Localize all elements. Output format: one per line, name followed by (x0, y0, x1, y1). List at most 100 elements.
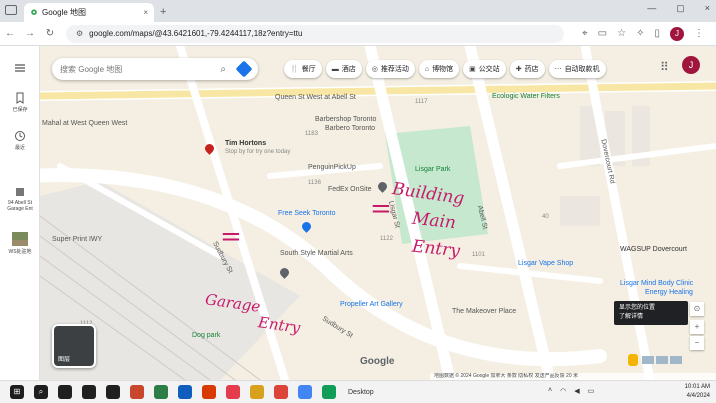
label-lisgar-park[interactable]: Lisgar Park (415, 166, 450, 173)
tab-actions-icon[interactable] (5, 5, 17, 15)
location-tooltip: 显示您的位置 了解详情 (614, 301, 688, 325)
label-barber[interactable]: Barbershop Toronto (315, 116, 376, 123)
search-input[interactable]: 搜索 Google 地图 (60, 64, 220, 75)
rail-menu-button[interactable] (0, 62, 40, 76)
rail-photo[interactable]: WS处驻地 (0, 232, 40, 255)
taskbar-app-icon-12[interactable] (298, 385, 312, 399)
rail-history[interactable]: 最近 (0, 130, 40, 151)
menu-dots-icon[interactable]: ⋮ (694, 28, 704, 39)
label-fedex[interactable]: FedEx OnSite (328, 186, 372, 193)
chip-restaurants[interactable]: 🍴 餐厅 (284, 60, 322, 78)
battery-icon[interactable]: ▭ (588, 387, 595, 395)
label-wagsup[interactable]: WAGSUP Dovercourt (620, 246, 687, 253)
taskbar-app-icon-2[interactable] (58, 385, 72, 399)
tab-title: Google 地图 (42, 8, 87, 17)
sidepanel-icon[interactable]: ▯ (654, 28, 660, 39)
location-icon[interactable]: ⌖ (582, 28, 588, 39)
tab-google-maps[interactable]: Google 地图 × (24, 3, 154, 22)
camera-icon: ◎ (371, 66, 378, 73)
chip-pharmacies[interactable]: ✚ 药店 (509, 60, 545, 78)
taskbar-app-icon-5[interactable] (130, 385, 144, 399)
taskbar-app-icon-6[interactable] (154, 385, 168, 399)
left-nav-rail: 已保存 最近 94 Abell St Garage Ent WS处驻地 (0, 46, 40, 380)
taskbar-app-icon-8[interactable] (202, 385, 216, 399)
label-makeover[interactable]: The Makeover Place (452, 308, 516, 315)
photo-icon (12, 232, 28, 246)
taskbar-app-icon-10[interactable] (250, 385, 264, 399)
reload-icon[interactable]: ↻ (40, 28, 60, 39)
url-input[interactable]: ⚙ google.com/maps/@43.6421601,-79.424411… (66, 24, 564, 43)
profile-avatar[interactable]: J (669, 26, 684, 41)
tab-bar: Google 地图 × + — ▢ × (0, 0, 716, 22)
label-ecologic[interactable]: Ecologic Water Filters (492, 93, 560, 100)
wifi-icon[interactable]: ◠ (560, 387, 566, 395)
taskbar-search-icon-1[interactable]: ⌕ (34, 385, 48, 399)
imagery-thumbnails[interactable] (642, 356, 682, 364)
chip-activities[interactable]: ◎ 推荐活动 (365, 60, 415, 78)
label-energy[interactable]: Energy Healing (645, 289, 693, 296)
chip-hotels[interactable]: ▬ 酒店 (325, 60, 362, 78)
taskbar-chrome-icon-13[interactable] (322, 385, 336, 399)
url-text: google.com/maps/@43.6421601,-79.4244117,… (89, 29, 303, 38)
zoom-out-button[interactable]: − (690, 336, 704, 350)
chip-transit[interactable]: ▣ 公交站 (463, 60, 506, 78)
menu-icon (15, 64, 25, 72)
bookmark-star-icon[interactable]: ☆ (617, 28, 626, 39)
directions-icon[interactable] (235, 60, 253, 78)
chip-museums[interactable]: ⌂ 博物馆 (418, 60, 460, 78)
layers-button[interactable]: 图层 (52, 324, 96, 368)
label-lisgar-mind[interactable]: Lisgar Mind Body Clinic (620, 280, 693, 287)
rail-saved[interactable]: 已保存 (0, 92, 40, 113)
map-attribution: 地图数据 © 2024 Google 加拿大 条款 隐私权 发送产品反馈 20 … (430, 373, 716, 380)
label-propeller[interactable]: Propeller Art Gallery (340, 301, 403, 308)
maximize-icon[interactable]: ▢ (676, 3, 685, 14)
label-queen-st: Queen St West at Abell St (275, 94, 356, 101)
label-lisgar-vape[interactable]: Lisgar Vape Shop (518, 260, 573, 267)
clock[interactable]: 10:01 AM 4/4/2024 (685, 383, 710, 401)
taskbar-app-icon-9[interactable] (226, 385, 240, 399)
chevron-up-icon[interactable]: ˄ (548, 387, 552, 395)
rail-place-label: 94 Abell St Garage Ent (7, 200, 33, 212)
label-penguin[interactable]: PenguinPickUp (308, 164, 356, 171)
close-window-icon[interactable]: × (705, 3, 710, 14)
taskbar-windows-icon-0[interactable]: ⊞ (10, 385, 24, 399)
chip-atms[interactable]: ⋯ 自动取款机 (548, 60, 606, 78)
label-freeseek[interactable]: Free Seek Toronto (278, 210, 335, 217)
volume-icon[interactable]: ◀ (574, 387, 579, 395)
label-tim-hortons[interactable]: Tim Hortons (225, 140, 266, 147)
desktop-label[interactable]: Desktop (348, 389, 374, 396)
label-barbero[interactable]: Barbero Toronto (325, 125, 375, 132)
minimize-icon[interactable]: — (647, 3, 656, 14)
new-tab-button[interactable]: + (160, 3, 166, 22)
taskbar-app-icon-4[interactable] (106, 385, 120, 399)
clock-date: 4/4/2024 (686, 393, 710, 399)
search-box[interactable]: 搜索 Google 地图 ⌕ (52, 58, 258, 80)
back-icon[interactable]: ← (0, 28, 20, 39)
taskbar-app-icon-7[interactable] (178, 385, 192, 399)
zoom-in-button[interactable]: + (690, 320, 704, 334)
google-logo: Google (360, 356, 395, 367)
site-info-icon[interactable]: ⚙ (76, 29, 83, 38)
my-location-icon[interactable]: ⊙ (690, 302, 704, 316)
rail-place[interactable]: 94 Abell St Garage Ent (0, 186, 40, 212)
label-queen-west: Mahal at West Queen West (42, 120, 128, 127)
taskbar-chrome-icon-11[interactable] (274, 385, 288, 399)
forward-icon[interactable]: → (20, 28, 40, 39)
google-apps-icon[interactable]: ⠿ (660, 60, 669, 74)
search-icon[interactable]: ⌕ (220, 64, 226, 75)
restaurant-icon: 🍴 (290, 66, 299, 73)
label-dog-park[interactable]: Dog park (192, 332, 220, 339)
maps-profile-avatar[interactable]: J (682, 56, 700, 74)
label-1136: 1136 (308, 180, 321, 186)
label-40: 40 (542, 214, 549, 220)
label-southstyle[interactable]: South Style Martial Arts (280, 250, 353, 257)
extensions-icon[interactable]: ✧ (636, 28, 644, 39)
pegman-icon[interactable] (628, 354, 638, 366)
saved-icon (16, 92, 24, 104)
label-superprint[interactable]: Super Print IWY (52, 236, 102, 243)
cast-icon[interactable]: ▭ (598, 28, 607, 39)
rail-saved-label: 已保存 (12, 107, 28, 113)
tab-close-icon[interactable]: × (143, 8, 148, 17)
taskbar-app-icon-3[interactable] (82, 385, 96, 399)
map-canvas[interactable]: Queen St West at Abell St Mahal at West … (40, 46, 716, 380)
